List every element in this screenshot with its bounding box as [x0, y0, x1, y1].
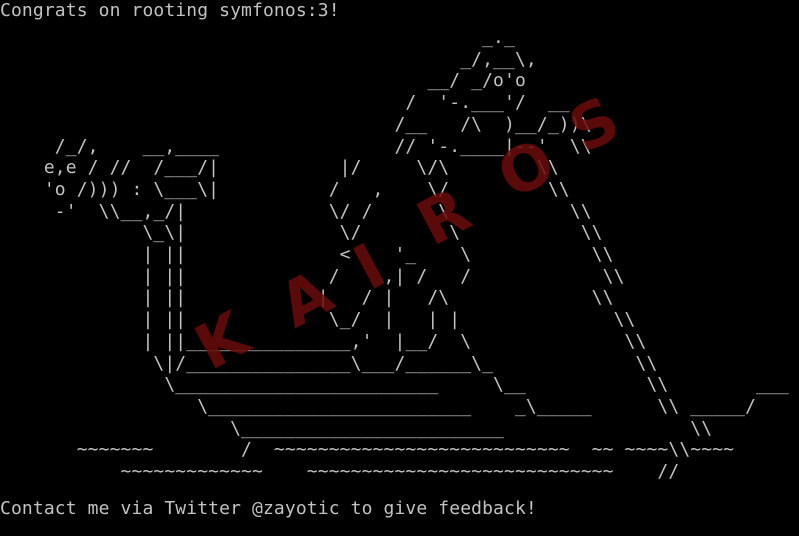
terminal-window: Congrats on rooting symfonos:3! _._ _/,_…: [0, 0, 799, 536]
congrats-message: Congrats on rooting symfonos:3!: [0, 0, 340, 21]
contact-message: Contact me via Twitter @zayotic to give …: [0, 498, 537, 519]
ascii-art-banner: _._ _/,__\, __/ _/o'o / '-.___'/ __ /__ …: [43, 27, 789, 483]
